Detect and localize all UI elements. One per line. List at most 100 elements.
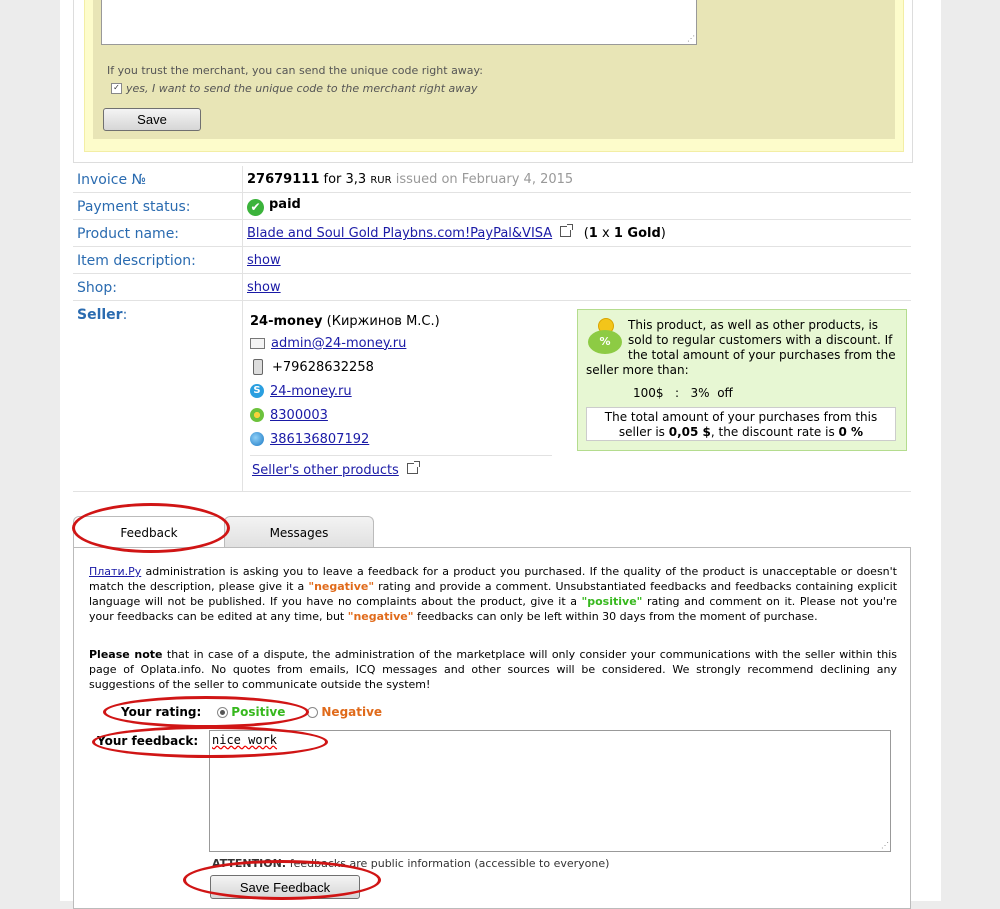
seller-label-colon: : xyxy=(122,307,128,323)
column-divider xyxy=(242,247,243,273)
dispute-note: Please note that in case of a dispute, t… xyxy=(89,647,897,692)
positive-label[interactable]: Positive xyxy=(231,705,285,719)
seller-separator xyxy=(250,455,552,456)
seller-label-text: Seller xyxy=(77,307,123,323)
feedback-textarea[interactable]: nice work ⋰ xyxy=(209,730,891,852)
mail-icon xyxy=(250,337,265,349)
invoice-amount: for 3,3 xyxy=(323,172,367,187)
discount-box: % This product, as well as other product… xyxy=(577,309,907,451)
seller-icq-line: 8300003 xyxy=(250,403,553,427)
product-label: Product name: xyxy=(77,226,180,242)
piggy-bank-icon: % xyxy=(586,318,624,358)
discount-text: This product, as well as other products,… xyxy=(586,318,896,377)
negative-word: "negative" xyxy=(308,580,375,593)
tab-feedback[interactable]: Feedback xyxy=(73,516,225,549)
shop-row: Shop: show xyxy=(73,274,911,301)
unique-code-outer: ⋰ If you trust the merchant, you can sen… xyxy=(84,0,904,152)
positive-radio[interactable] xyxy=(217,706,229,718)
seller-email-line: admin@24-money.ru xyxy=(250,331,553,355)
rating-negative-option[interactable]: Negative xyxy=(307,705,382,719)
discount-summary-amount: 0,05 $ xyxy=(668,425,711,439)
seller-phone-line: +79628632258 xyxy=(250,355,553,379)
column-divider xyxy=(242,166,243,192)
dispute-note-text: that in case of a dispute, the administr… xyxy=(89,648,897,691)
item-description-label: Item description: xyxy=(77,253,196,269)
qty-x: x xyxy=(601,226,610,241)
skype-icon: S xyxy=(250,384,264,398)
invoice-info-table: Invoice № 27679111 for 3,3 RUR issued on… xyxy=(73,166,911,492)
icq-flower-icon xyxy=(250,408,264,422)
rating-label: Your rating: xyxy=(121,705,202,719)
product-row: Product name: Blade and Soul Gold Playbn… xyxy=(73,220,911,247)
feedback-value[interactable]: nice work xyxy=(212,733,277,747)
seller-row: Seller: 24-money (Киржинов М.С.) admin@2… xyxy=(73,301,911,492)
page: ⋰ If you trust the merchant, you can sen… xyxy=(60,0,941,909)
discount-text-wrap: % This product, as well as other product… xyxy=(586,318,900,378)
discount-rate-line: 100$ : 3% off xyxy=(633,386,733,400)
save-button[interactable]: Save xyxy=(103,108,201,131)
external-link-icon[interactable] xyxy=(560,224,574,237)
seller-other-products: Seller's other products xyxy=(252,461,420,478)
resize-grip-icon[interactable]: ⋰ xyxy=(881,842,889,850)
phone-icon xyxy=(253,359,263,375)
invoice-currency: RUR xyxy=(370,175,392,186)
shop-show-link[interactable]: show xyxy=(247,280,281,295)
seller-owner: (Киржинов М.С.) xyxy=(326,313,440,329)
feedback-instructions: Плати.Ру administration is asking you to… xyxy=(89,564,897,624)
percent-icon: % xyxy=(588,330,622,354)
column-divider xyxy=(242,301,243,491)
rating-row: Your rating: Positive Negative xyxy=(121,705,382,719)
negative-word-2: "negative" xyxy=(347,610,414,623)
seller-phone: +79628632258 xyxy=(272,359,374,375)
discount-off: off xyxy=(717,386,733,400)
seller-wm-link[interactable]: 386136807192 xyxy=(270,432,369,447)
discount-threshold: 100$ xyxy=(633,386,664,400)
platiru-link[interactable]: Плати.Ру xyxy=(89,565,141,578)
positive-word: "positive" xyxy=(581,595,643,608)
seller-icq-link[interactable]: 8300003 xyxy=(270,408,328,423)
item-description-show-link[interactable]: show xyxy=(247,253,281,268)
discount-sep: : xyxy=(675,386,680,400)
feedback-label: Your feedback: xyxy=(97,734,199,748)
send-code-checkbox[interactable]: ✓ xyxy=(111,83,122,94)
negative-radio[interactable] xyxy=(307,706,319,718)
payment-status: paid xyxy=(269,197,301,212)
seller-name: 24-money xyxy=(250,313,323,329)
discount-rate: 3% xyxy=(690,386,710,400)
column-divider xyxy=(242,274,243,300)
feedback-panel: Плати.Ру administration is asking you to… xyxy=(73,547,911,909)
tab-messages[interactable]: Messages xyxy=(224,516,374,548)
seller-other-products-link[interactable]: Seller's other products xyxy=(252,463,399,478)
webmoney-globe-icon xyxy=(250,432,264,446)
seller-label: Seller: xyxy=(77,307,127,323)
negative-label[interactable]: Negative xyxy=(321,705,382,719)
discount-summary: The total amount of your purchases from … xyxy=(586,407,896,441)
item-description-row: Item description: show xyxy=(73,247,911,274)
product-link[interactable]: Blade and Soul Gold Playbns.com!PayPal&V… xyxy=(247,226,552,241)
seller-skype-link[interactable]: 24-money.ru xyxy=(270,384,352,399)
discount-summary-mid: , the discount rate is xyxy=(710,425,835,439)
rating-positive-option[interactable]: Positive xyxy=(209,705,285,719)
unique-code-textarea[interactable]: ⋰ xyxy=(101,0,697,45)
payment-label: Payment status: xyxy=(77,199,191,215)
save-feedback-button[interactable]: Save Feedback xyxy=(210,875,360,899)
external-link-icon[interactable] xyxy=(406,461,420,474)
qty-count: 1 xyxy=(588,226,598,241)
feedback-text-d: feedbacks can only be left within 30 day… xyxy=(416,610,818,623)
dispute-note-bold: Please note xyxy=(89,648,163,661)
invoice-number: 27679111 xyxy=(247,172,320,187)
unique-code-panel: ⋰ If you trust the merchant, you can sen… xyxy=(73,0,913,163)
seller-email-link[interactable]: admin@24-money.ru xyxy=(271,336,406,351)
item-description-value: show xyxy=(247,253,281,268)
seller-wm-line: 386136807192 xyxy=(250,427,553,451)
invoice-value: 27679111 for 3,3 RUR issued on February … xyxy=(247,172,573,187)
column-divider xyxy=(242,220,243,246)
column-divider xyxy=(242,193,243,219)
send-code-checkbox-row[interactable]: ✓ yes, I want to send the unique code to… xyxy=(111,82,478,95)
invoice-row: Invoice № 27679111 for 3,3 RUR issued on… xyxy=(73,166,911,193)
qty-amount: 1 Gold xyxy=(613,226,661,241)
resize-grip-icon[interactable]: ⋰ xyxy=(687,35,695,43)
check-icon: ✔ xyxy=(247,199,264,216)
seller-contacts: 24-money (Киржинов М.С.) admin@24-money.… xyxy=(250,311,553,451)
shop-label: Shop: xyxy=(77,280,117,296)
